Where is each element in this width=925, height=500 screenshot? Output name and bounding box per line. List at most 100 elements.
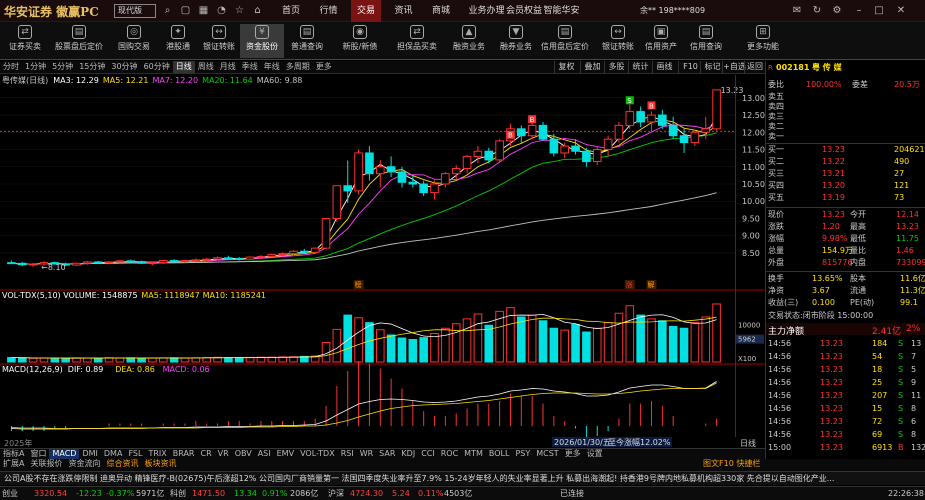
chart-tool-button[interactable]: 画线 [652, 61, 676, 74]
chart-tool-button[interactable]: 标记 [700, 61, 724, 74]
period-tab[interactable]: 更多 [313, 61, 335, 73]
grid-icon[interactable]: ▦ [198, 5, 209, 16]
period-tab[interactable]: 分时 [0, 61, 22, 73]
indicator-tab[interactable]: BRAR [170, 449, 198, 459]
star-icon[interactable]: ☆ [234, 5, 245, 16]
toolbar-item[interactable]: ▤ 信用查询 [682, 24, 730, 58]
indicator-tab[interactable]: ROC [438, 449, 461, 459]
volume-bar [690, 322, 700, 363]
period-tab[interactable]: 周线 [195, 61, 217, 73]
indicator-tab[interactable]: 设置 [584, 449, 606, 459]
period-tab[interactable]: 5分钟 [49, 61, 76, 73]
toolbar-item[interactable]: ◎ 国购交易 [112, 24, 156, 58]
period-tab[interactable]: 年线 [261, 61, 283, 73]
indicator-tab[interactable]: BOLL [486, 449, 513, 459]
nav-item[interactable]: 智能华安 [539, 0, 585, 22]
chart-tool-button[interactable]: 多股 [604, 61, 628, 74]
minimize-icon[interactable]: – [852, 4, 866, 18]
message-icon[interactable]: ✉ [790, 4, 804, 18]
period-tab[interactable]: 1分钟 [22, 61, 49, 73]
toolbar-item[interactable]: ▼ 融券业务 [498, 24, 534, 58]
toolbar-item[interactable]: ▤ 股票盘后定价 [50, 24, 108, 58]
indicator-tab[interactable]: KDJ [398, 449, 418, 459]
news-text[interactable]: 公司A股不存在涨跌停限制 迪奥异动 精锋医疗-B(02675)午后涨超12% 公… [4, 472, 834, 485]
toolbar-item[interactable]: ↔ 银证转账 [200, 24, 238, 58]
settings-icon[interactable]: ⚙ [830, 4, 844, 18]
quote-row: 14:56 13.23 69 S 8 [766, 430, 925, 440]
indicator-tab[interactable]: FSL [125, 449, 145, 459]
nav-item[interactable]: 首页 [276, 0, 306, 22]
indicator-tab[interactable]: MACD [49, 449, 80, 459]
nav-item[interactable]: 商城 [426, 0, 456, 22]
indicator-tab[interactable]: MCST [533, 449, 561, 459]
nav-item[interactable]: 交易 [351, 0, 381, 22]
extension-tab[interactable]: 资金流向 [65, 459, 103, 469]
indicator-tab[interactable]: SAR [376, 449, 398, 459]
chart-tool-button[interactable]: 复权 [554, 61, 578, 74]
news-ticker[interactable]: 公司A股不存在涨跌停限制 迪奥异动 精锋医疗-B(02675)午后涨超12% 公… [0, 471, 925, 485]
extension-tab[interactable]: 扩展A [0, 459, 27, 469]
kline-chart[interactable]: 13.0012.5012.0011.5011.0010.5010.009.509… [0, 74, 765, 448]
chart-tool-button[interactable]: F10 [678, 61, 702, 74]
nav-item[interactable]: 行情 [314, 0, 344, 22]
toolbar-item[interactable]: ✦ 港股通 [160, 24, 196, 58]
period-tab[interactable]: 15分钟 [76, 61, 108, 73]
f10-shortcut[interactable]: 图文F10 快捷栏 [700, 459, 763, 469]
bell-icon[interactable]: ◔ [216, 5, 227, 16]
indicator-tab[interactable]: DMI [79, 449, 100, 459]
period-tab[interactable]: 30分钟 [108, 61, 140, 73]
chart-tool-button[interactable]: 叠加 [580, 61, 604, 74]
indicator-tab[interactable]: WR [357, 449, 376, 459]
candle-body [582, 150, 591, 163]
indicator-tab[interactable]: 窗口 [27, 449, 49, 459]
toolbar-item[interactable]: ⇄ 证券买卖 [2, 24, 48, 58]
toolbar-item[interactable]: ◉ 新股/新债 [334, 24, 386, 58]
period-tab[interactable]: 季线 [239, 61, 261, 73]
toolbar-item[interactable]: ▣ 信用资产 [644, 24, 678, 58]
indicator-tab[interactable]: VOL-TDX [297, 449, 338, 459]
period-tab[interactable]: 日线 [172, 61, 195, 73]
indicator-tab[interactable]: OBV [232, 449, 255, 459]
toolbar-item[interactable]: ⊞ 更多功能 [740, 24, 786, 58]
user-account[interactable]: 余** 198****809 [640, 0, 705, 22]
quote-row: 净资 3.67 流通 11.3亿 [766, 286, 925, 296]
indicator-tab[interactable]: ASI [255, 449, 274, 459]
candle-body [289, 250, 298, 255]
mode-select[interactable]: 现代版 [114, 4, 156, 18]
indicator-tab[interactable]: DMA [101, 449, 126, 459]
chart-tool-button[interactable]: 统计 [628, 61, 652, 74]
indicator-tab[interactable]: CR [198, 449, 215, 459]
nav-item[interactable]: 资讯 [389, 0, 419, 22]
extension-tab[interactable]: 综合资讯 [103, 459, 141, 469]
lock-icon[interactable]: ▢ [180, 5, 191, 16]
toolbar-item[interactable]: ¥ 资金股份 [240, 24, 284, 58]
candle-body [300, 250, 309, 253]
indicator-tab[interactable]: PSY [512, 449, 533, 459]
extension-tab[interactable]: 板块资讯 [141, 459, 179, 469]
period-tab[interactable]: 月线 [217, 61, 239, 73]
toolbar-item[interactable]: ▤ 普通查询 [286, 24, 328, 58]
maximize-icon[interactable]: □ [872, 4, 886, 18]
indicator-tab[interactable]: MTM [461, 449, 486, 459]
indicator-tab[interactable]: 更多 [562, 449, 584, 459]
indicator-tab[interactable]: TRIX [145, 449, 169, 459]
extension-tab[interactable]: 关联报价 [27, 459, 65, 469]
refresh-icon[interactable]: ↻ [810, 4, 824, 18]
indicator-tab[interactable]: RSI [338, 449, 357, 459]
indicator-tab[interactable]: 指标A [0, 449, 27, 459]
home-icon[interactable]: ⌂ [252, 5, 263, 16]
toolbar-item[interactable]: ↔ 银证转账 [596, 24, 640, 58]
indicator-tab[interactable]: EMV [274, 449, 297, 459]
period-tab[interactable]: 60分钟 [141, 61, 173, 73]
toolbar-item[interactable]: ▤ 信用盘后定价 [536, 24, 594, 58]
toolbar-item[interactable]: ▲ 融资业务 [446, 24, 492, 58]
chart-tool-button[interactable]: +自选 [722, 61, 746, 74]
toolbar-item[interactable]: ⇄ 担保品买卖 [392, 24, 442, 58]
indicator-tab[interactable]: VR [215, 449, 232, 459]
netflow-row[interactable]: 主力净额 2.41亿 2% [766, 323, 925, 337]
chart-tool-button[interactable]: 返回 [744, 61, 765, 74]
period-tab[interactable]: 多周期 [283, 61, 313, 73]
close-icon[interactable]: ✕ [894, 4, 908, 18]
indicator-tab[interactable]: CCI [418, 449, 438, 459]
search-icon[interactable]: ⌕ [162, 5, 173, 16]
